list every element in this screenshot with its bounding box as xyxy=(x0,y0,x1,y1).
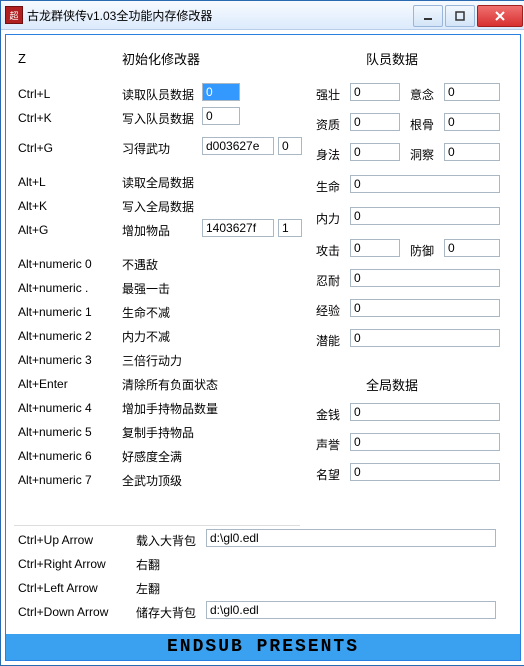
hotkey-label: Alt+Enter xyxy=(18,373,68,395)
stat-input[interactable] xyxy=(350,207,500,225)
hotkey-label: Ctrl+K xyxy=(18,107,52,129)
value-input-2[interactable] xyxy=(278,137,302,155)
stat-label: 经验 xyxy=(316,299,340,321)
stat-input[interactable] xyxy=(444,239,500,257)
action-label: 右翻 xyxy=(136,553,160,575)
stat-input[interactable] xyxy=(350,239,400,257)
minimize-button[interactable] xyxy=(413,5,443,27)
stat-input[interactable] xyxy=(444,143,500,161)
action-label: 增加物品 xyxy=(122,219,170,241)
window-title: 古龙群侠传v1.03全功能内存修改器 xyxy=(27,7,411,24)
hotkey-label: Alt+numeric 2 xyxy=(18,325,92,347)
hotkey-label: Ctrl+Down Arrow xyxy=(18,601,108,623)
action-label: 写入队员数据 xyxy=(122,107,194,129)
hotkey-label: Alt+K xyxy=(18,195,47,217)
separator xyxy=(14,525,300,526)
stat-label: 攻击 xyxy=(316,239,340,261)
hotkey-label: Alt+numeric . xyxy=(18,277,88,299)
action-label: 储存大背包 xyxy=(136,601,196,623)
stat-label: 洞察 xyxy=(410,143,434,165)
value-input[interactable] xyxy=(202,137,274,155)
hotkey-label: Alt+numeric 7 xyxy=(18,469,92,491)
app-icon: 超 xyxy=(5,6,23,24)
hotkey-label: Ctrl+Right Arrow xyxy=(18,553,106,575)
path-input[interactable] xyxy=(206,529,496,547)
stat-input[interactable] xyxy=(444,83,500,101)
stat-label: 内力 xyxy=(316,207,340,229)
path-input[interactable] xyxy=(206,601,496,619)
value-input[interactable] xyxy=(202,83,240,101)
stat-input[interactable] xyxy=(350,113,400,131)
global-label: 金钱 xyxy=(316,403,340,425)
maximize-button[interactable] xyxy=(445,5,475,27)
stat-label: 身法 xyxy=(316,143,340,165)
value-input[interactable] xyxy=(202,107,240,125)
action-label: 增加手持物品数量 xyxy=(122,397,218,419)
stat-label: 生命 xyxy=(316,175,340,197)
hotkey-label: Ctrl+L xyxy=(18,83,50,105)
stat-label: 意念 xyxy=(410,83,434,105)
heading-member: 队员数据 xyxy=(366,47,418,69)
close-button[interactable] xyxy=(477,5,523,27)
stat-input[interactable] xyxy=(350,83,400,101)
stat-input[interactable] xyxy=(350,329,500,347)
stat-input[interactable] xyxy=(350,299,500,317)
stat-label: 强壮 xyxy=(316,83,340,105)
stat-input[interactable] xyxy=(350,175,500,193)
app-window: 超 古龙群侠传v1.03全功能内存修改器 Z 初始化修改器 队员数据 Ctrl+… xyxy=(0,0,524,666)
action-label: 习得武功 xyxy=(122,137,170,159)
action-label: 清除所有负面状态 xyxy=(122,373,218,395)
action-label: 复制手持物品 xyxy=(122,421,194,443)
hotkey-label: Alt+numeric 0 xyxy=(18,253,92,275)
heading-global: 全局数据 xyxy=(366,373,418,395)
hotkey-label: Alt+numeric 1 xyxy=(18,301,92,323)
stat-label: 忍耐 xyxy=(316,269,340,291)
action-label: 写入全局数据 xyxy=(122,195,194,217)
action-label: 读取队员数据 xyxy=(122,83,194,105)
global-input[interactable] xyxy=(350,433,500,451)
stat-label: 根骨 xyxy=(410,113,434,135)
action-label: 内力不减 xyxy=(122,325,170,347)
stat-label: 防御 xyxy=(410,239,434,261)
action-label: 全武功顶级 xyxy=(122,469,182,491)
hotkey-label: Alt+G xyxy=(18,219,48,241)
action-label: 左翻 xyxy=(136,577,160,599)
titlebar: 超 古龙群侠传v1.03全功能内存修改器 xyxy=(1,1,524,30)
action-label: 好感度全满 xyxy=(122,445,182,467)
heading-init: 初始化修改器 xyxy=(122,47,200,69)
hotkey-label: Alt+numeric 3 xyxy=(18,349,92,371)
stat-label: 资质 xyxy=(316,113,340,135)
action-label: 不遇敌 xyxy=(122,253,158,275)
stat-input[interactable] xyxy=(350,269,500,287)
action-label: 载入大背包 xyxy=(136,529,196,551)
value-input[interactable] xyxy=(202,219,274,237)
label-z: Z xyxy=(18,47,26,69)
hotkey-label: Alt+numeric 4 xyxy=(18,397,92,419)
hotkey-label: Ctrl+Up Arrow xyxy=(18,529,93,551)
action-label: 三倍行动力 xyxy=(122,349,182,371)
window-buttons xyxy=(411,5,523,25)
hotkey-label: Alt+numeric 5 xyxy=(18,421,92,443)
hotkey-label: Ctrl+G xyxy=(18,137,53,159)
global-input[interactable] xyxy=(350,403,500,421)
hotkey-label: Alt+L xyxy=(18,171,46,193)
client-area: Z 初始化修改器 队员数据 Ctrl+L 读取队员数据 Ctrl+K 写入队员数据 Ct… xyxy=(5,34,521,661)
footer-banner: ENDSUB PRESENTS xyxy=(6,634,520,660)
stat-label: 潜能 xyxy=(316,329,340,351)
action-label: 最强一击 xyxy=(122,277,170,299)
hotkey-label: Alt+numeric 6 xyxy=(18,445,92,467)
value-input-2[interactable] xyxy=(278,219,302,237)
global-input[interactable] xyxy=(350,463,500,481)
global-label: 声誉 xyxy=(316,433,340,455)
stat-input[interactable] xyxy=(350,143,400,161)
action-label: 生命不减 xyxy=(122,301,170,323)
action-label: 读取全局数据 xyxy=(122,171,194,193)
stat-input[interactable] xyxy=(444,113,500,131)
hotkey-label: Ctrl+Left Arrow xyxy=(18,577,98,599)
global-label: 名望 xyxy=(316,463,340,485)
